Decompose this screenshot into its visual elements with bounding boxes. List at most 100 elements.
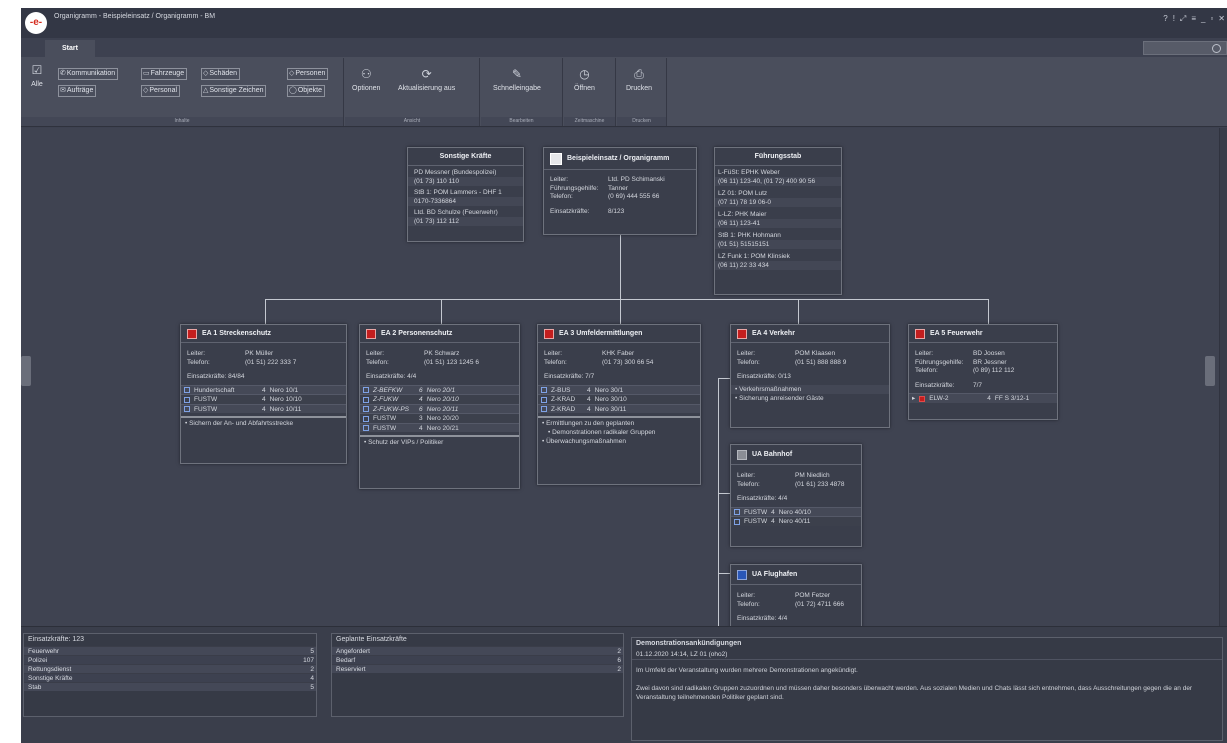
list-item[interactable]: Reserviert 2: [332, 664, 623, 673]
einsatzkraefte-row: Einsatzkräfte: 8/123: [550, 207, 625, 215]
glasses-icon: ⚇: [360, 67, 372, 81]
unit-checkbox[interactable]: [541, 387, 547, 393]
chip-schaeden[interactable]: ◇ Schäden: [201, 68, 241, 80]
task-item: Sicherung anreisender Gäste: [731, 394, 889, 403]
fg-row: Führungsgehilfe: BR Jessner: [915, 358, 1007, 366]
search-icon[interactable]: [1212, 44, 1221, 53]
alle-button[interactable]: ☑ Alle: [26, 63, 48, 88]
unit-checkbox[interactable]: [541, 396, 547, 403]
list-item[interactable]: Rettungsdienst 2: [24, 664, 316, 673]
chip-objekte[interactable]: ◯ Objekte: [287, 85, 325, 97]
unit-checkbox[interactable]: [363, 425, 369, 431]
card-ea3[interactable]: EA 3 Umfeldermittlungen Leiter: KHK Faber…: [537, 324, 701, 485]
vertical-scrollbar[interactable]: [1219, 128, 1227, 626]
card-line: PD Messner (Bundespolizei): [414, 169, 497, 176]
list-item[interactable]: Sonstige Kräfte 4: [24, 673, 316, 682]
unit-row[interactable]: Z-FUKW-PS 6 Nero 20/11: [360, 403, 519, 413]
unit-row[interactable]: FUSTW 4 Nero 20/21: [360, 422, 519, 432]
menu-icon[interactable]: ≡: [1191, 14, 1196, 24]
unit-row[interactable]: Z-BEFKW 6 Nero 20/1: [360, 384, 519, 394]
card-line: Ltd. BD Schulze (Feuerwehr): [414, 209, 498, 216]
tab-start[interactable]: Start: [45, 40, 95, 57]
unit-checkbox[interactable]: [919, 395, 926, 402]
aktualisierung-button[interactable]: ⟳ Aktualisierung aus: [398, 67, 455, 92]
unit-checkbox[interactable]: [541, 406, 547, 412]
unit-flag-icon: [737, 569, 747, 580]
minimize-button[interactable]: _: [1201, 14, 1205, 24]
expand-icon[interactable]: ▸: [912, 394, 915, 403]
unit-checkbox[interactable]: [363, 406, 369, 412]
leiter-row: Leiter: POM Fetzer: [737, 592, 831, 599]
einsatzkraefte-row: Einsatzkräfte: 4/4: [737, 495, 788, 502]
card-line: LZ 01: POM Lutz: [718, 190, 768, 197]
fullscreen-icon[interactable]: ⤢: [1180, 14, 1186, 24]
unit-checkbox[interactable]: [184, 387, 190, 393]
panel-geplante-einsatzkraefte: Geplante Einsatzkräfte Angefordert 2 Beda…: [331, 633, 624, 717]
fg-row: Führungsgehilfe: Tanner: [550, 184, 628, 192]
unit-row[interactable]: FUSTW 3 Nero 20/20: [360, 413, 519, 423]
unit-checkbox[interactable]: [363, 415, 369, 422]
chip-personal[interactable]: ◇ Personal: [141, 85, 181, 97]
card-ea5[interactable]: EA 5 Feuerwehr Leiter: BD Joosen Führungs…: [908, 324, 1058, 420]
oeffnen-button[interactable]: ◷ Öffnen: [574, 67, 595, 92]
card-line: 0170-7336864: [408, 197, 523, 206]
help-icon[interactable]: ?: [1163, 14, 1167, 24]
list-item[interactable]: Feuerwehr 5: [24, 646, 316, 655]
unit-row[interactable]: Z-BUS 4 Nero 30/1: [538, 384, 700, 394]
org-chart-canvas[interactable]: Sonstige Kräfte PD Messner (Bundespolize…: [21, 128, 1219, 626]
unit-row[interactable]: FUSTW 4 Nero 40/10: [731, 506, 861, 516]
maximize-button[interactable]: ▫: [1210, 14, 1213, 24]
info-icon[interactable]: !: [1173, 14, 1175, 24]
unit-row[interactable]: Hundertschaft 4 Nero 10/1: [181, 384, 346, 394]
chip-auftraege[interactable]: ✉ Aufträge: [58, 85, 97, 97]
unit-checkbox[interactable]: [734, 509, 740, 515]
optionen-button[interactable]: ⚇ Optionen: [352, 67, 380, 92]
chip-sonstige-zeichen[interactable]: △ Sonstige Zeichen: [201, 85, 267, 97]
card-ea4[interactable]: EA 4 Verkehr Leiter: POM Klaasen Telefon:…: [730, 324, 890, 428]
unit-row[interactable]: FUSTW 4 Nero 40/11: [731, 516, 861, 526]
unit-row[interactable]: Z-FUKW 4 Nero 20/10: [360, 394, 519, 404]
card-line: StB 1: POM Lammers - DHF 1: [414, 189, 502, 196]
card-fuehrungsstab[interactable]: Führungsstab L-FüSt: EPHK Weber (06 11) …: [714, 147, 842, 295]
list-item[interactable]: Bedarf 6: [332, 655, 623, 664]
leiter-row: Leiter: PM Niedlich: [737, 472, 830, 479]
list-item[interactable]: Polizei 107: [24, 655, 316, 664]
card-einsatz-main[interactable]: Beispieleinsatz / Organigramm Leiter: Ltd…: [543, 147, 697, 235]
telefon-row: Telefon: (0 69) 444 555 66: [550, 193, 660, 200]
chip-fahrzeuge[interactable]: ▭ Fahrzeuge: [141, 68, 188, 80]
connector-line: [798, 299, 799, 324]
task-item: Schutz der VIPs / Politiker: [360, 438, 519, 447]
message-paragraph: Im Umfeld der Veranstaltung wurden mehre…: [636, 667, 858, 674]
drucken-button[interactable]: ⎙ Drucken: [626, 67, 652, 92]
unit-checkbox[interactable]: [184, 406, 190, 412]
unit-checkbox[interactable]: [184, 396, 190, 403]
list-item[interactable]: Stab 5: [24, 682, 316, 691]
card-header: UA Flughafen: [731, 565, 861, 585]
list-item[interactable]: Angefordert 2: [332, 646, 623, 655]
unit-checkbox[interactable]: [363, 387, 369, 393]
task-item-continued: Demonstrationen radikaler Gruppen: [538, 428, 700, 437]
left-panel-toggle[interactable]: [21, 356, 31, 386]
chip-kommunikation[interactable]: ✆ Kommunikation: [58, 68, 119, 80]
unit-checkbox[interactable]: [734, 518, 740, 525]
telefon-row: Telefon: (01 51) 123 1245 6: [366, 358, 479, 366]
chip-personen[interactable]: ◇ Personen: [287, 68, 329, 80]
schnelleingabe-button[interactable]: ✎ Schnelleingabe: [493, 67, 541, 92]
panel-einsatzkraefte: Einsatzkräfte: 123 Feuerwehr 5 Polizei 107…: [23, 633, 317, 717]
unit-row[interactable]: FUSTW 4 Nero 10/11: [181, 403, 346, 413]
edit-icon: ✎: [511, 67, 522, 81]
select-all-icon: ☑: [31, 63, 43, 77]
right-panel-toggle[interactable]: [1205, 356, 1215, 386]
unit-row[interactable]: Z-KRAD 4 Nero 30/11: [538, 403, 700, 413]
card-ea1[interactable]: EA 1 Streckenschutz Leiter: PK Müller Tel…: [180, 324, 347, 464]
unit-row[interactable]: Z-KRAD 4 Nero 30/10: [538, 394, 700, 404]
card-ea2[interactable]: EA 2 Personenschutz Leiter: PK Schwarz Te…: [359, 324, 520, 489]
card-sonstige-kraefte[interactable]: Sonstige Kräfte PD Messner (Bundespolize…: [407, 147, 524, 242]
unit-row[interactable]: FUSTW 4 Nero 10/10: [181, 394, 346, 404]
card-ua-bahnhof[interactable]: UA Bahnhof Leiter: PM Niedlich Telefon: (0…: [730, 444, 862, 547]
card-title: Sonstige Kräfte: [408, 148, 523, 166]
close-button[interactable]: ✕: [1218, 14, 1225, 24]
unit-row[interactable]: ▸ ELW-2 4 FF S 3/12-1: [909, 393, 1057, 403]
card-ua-flughafen[interactable]: UA Flughafen Leiter: POM Fetzer Telefon:(…: [730, 564, 862, 626]
unit-checkbox[interactable]: [363, 396, 369, 403]
